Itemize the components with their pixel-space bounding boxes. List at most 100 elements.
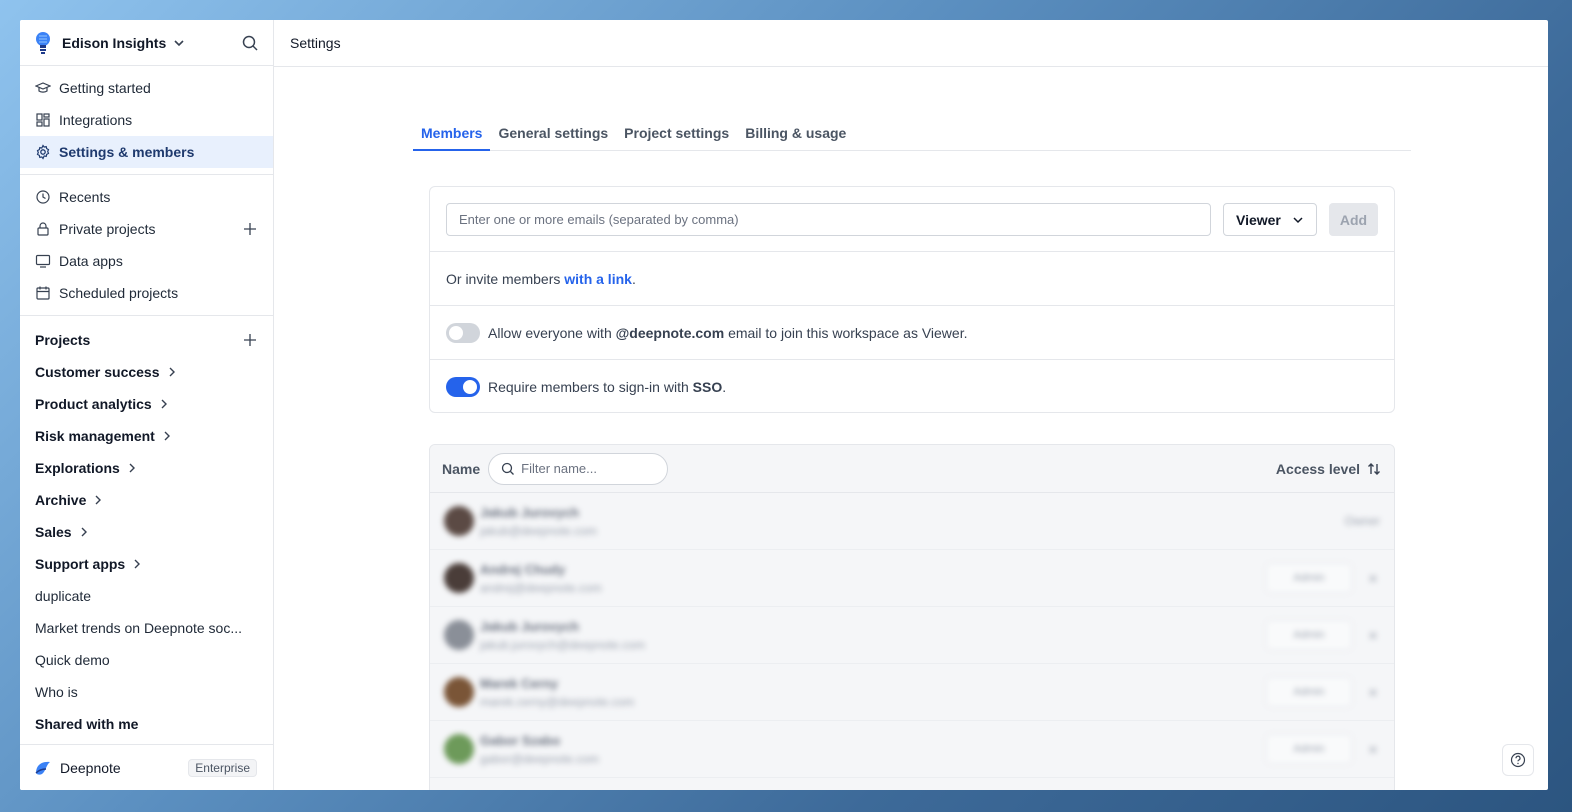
members-table-header: Name Access level [430, 445, 1394, 493]
clock-icon [36, 190, 50, 204]
nav-label: Integrations [59, 112, 133, 128]
member-email: andrej@deepnote.com [480, 580, 602, 595]
nav-settings-members[interactable]: Settings & members [20, 136, 273, 168]
nav-label: Recents [59, 189, 111, 205]
filter-name-field[interactable] [488, 452, 669, 485]
remove-member-icon[interactable]: ✕ [1368, 572, 1380, 586]
help-icon [1510, 752, 1526, 768]
chevron-down-icon[interactable] [172, 36, 186, 50]
member-email: gabor@deepnote.com [480, 751, 599, 766]
folder-label: Product analytics [35, 396, 152, 412]
toggle-knob [449, 325, 463, 340]
nav-label: Settings & members [59, 144, 195, 160]
member-name: Andrej Chudy [480, 561, 566, 577]
member-content: Jakub Jurovych jakub@deepnote.com Owner [444, 505, 1380, 538]
remove-member-icon[interactable]: ✕ [1368, 629, 1380, 643]
access-level-label: Access level [1275, 460, 1360, 477]
member-content: Andrej Chudy andrej@deepnote.com Admin ✕ [444, 562, 1380, 595]
table-row[interactable]: Jakub Jurovych jakub@deepnote.com Owner [430, 493, 1394, 550]
shared-with-me-header[interactable]: Shared with me [20, 708, 273, 740]
help-button[interactable] [1502, 744, 1534, 776]
table-row[interactable]: Jakub Jurovych jakub.jurovych@deepnote.c… [430, 607, 1394, 664]
nav-recents[interactable]: Recents [20, 181, 273, 213]
nav-scheduled-projects[interactable]: Scheduled projects [20, 277, 273, 309]
projects-header-label: Projects [35, 332, 91, 348]
table-row[interactable]: Gabor Szabo gabor@deepnote.com Admin ✕ [430, 721, 1394, 778]
search-icon [501, 462, 515, 475]
remove-member-icon[interactable]: ✕ [1368, 686, 1380, 700]
folder-item[interactable]: Product analytics [20, 388, 273, 420]
deepnote-logo-icon [35, 761, 50, 775]
add-private-project-icon[interactable] [243, 222, 257, 236]
chevron-right-icon [164, 431, 170, 441]
project-item[interactable]: Market trends on Deepnote soc... [20, 612, 273, 644]
avatar [444, 677, 474, 707]
avatar [444, 563, 474, 593]
nav-integrations[interactable]: Integrations [20, 104, 273, 136]
brand-name: Deepnote [60, 759, 121, 776]
nav-getting-started[interactable]: Getting started [20, 72, 273, 104]
add-button[interactable]: Add [1329, 203, 1378, 236]
role-select[interactable]: Viewer [1223, 203, 1317, 236]
members-table: Name Access level Jakub Jurovych jakub@d… [429, 444, 1395, 790]
member-info: Gabor Szabo gabor@deepnote.com [480, 733, 599, 766]
access-level-header[interactable]: Access level [1276, 461, 1382, 477]
invite-link-suffix: . [631, 270, 636, 287]
domain-join-toggle[interactable] [446, 322, 480, 343]
folder-item[interactable]: Support apps [20, 548, 273, 580]
member-role-select[interactable]: Admin [1266, 620, 1352, 650]
member-content: Jakub Jurovych jakub.jurovych@deepnote.c… [444, 619, 1380, 652]
member-role-select[interactable]: Admin [1266, 734, 1352, 764]
tab-project-settings[interactable]: Project settings [616, 118, 737, 151]
folder-item[interactable]: Risk management [20, 420, 273, 452]
member-role-select[interactable]: Admin [1266, 677, 1352, 707]
remove-member-icon[interactable]: ✕ [1368, 743, 1380, 757]
chevron-down-icon [1293, 216, 1303, 223]
folder-item[interactable]: Explorations [20, 452, 273, 484]
table-row[interactable]: Andrej Chudy andrej@deepnote.com Admin ✕ [430, 550, 1394, 607]
tab-general-settings[interactable]: General settings [490, 118, 616, 151]
nav-data-apps[interactable]: Data apps [20, 245, 273, 277]
member-content: Gabor Szabo gabor@deepnote.com Admin ✕ [444, 733, 1380, 766]
monitor-icon [35, 254, 51, 268]
project-item[interactable]: Quick demo [20, 644, 273, 676]
sort-icon[interactable] [1366, 461, 1382, 477]
domain-join-prefix: Allow everyone with [488, 324, 616, 341]
project-label: Market trends on Deepnote soc... [35, 620, 242, 636]
project-label: duplicate [35, 588, 92, 604]
nav-private-projects[interactable]: Private projects [20, 213, 273, 245]
settings-tabs: Members General settings Project setting… [413, 118, 1411, 151]
folder-label: Risk management [35, 428, 155, 444]
nav-label: Data apps [59, 253, 123, 269]
invite-link-prefix: Or invite members [446, 270, 565, 287]
sso-toggle[interactable] [446, 376, 480, 397]
add-project-icon[interactable] [243, 333, 257, 347]
project-item[interactable]: duplicate [20, 580, 273, 612]
nav-label: Private projects [59, 221, 156, 237]
page-title: Settings [290, 35, 341, 51]
invite-link[interactable]: with a link [564, 271, 632, 287]
member-email: jakub@deepnote.com [480, 523, 597, 538]
project-label: Who is [35, 684, 78, 700]
chevron-right-icon [129, 463, 135, 473]
table-row[interactable]: Marek Cerny marek.cerny@deepnote.com Adm… [430, 664, 1394, 721]
workspace-name[interactable]: Edison Insights [62, 35, 166, 51]
plan-badge: Enterprise [188, 758, 257, 777]
tab-billing-usage[interactable]: Billing & usage [737, 118, 854, 151]
tab-members[interactable]: Members [413, 118, 491, 151]
filter-name-input[interactable] [521, 461, 652, 476]
graduation-cap-icon [35, 82, 51, 93]
search-icon[interactable] [241, 34, 259, 52]
member-email: jakub.jurovych@deepnote.com [480, 637, 645, 652]
folder-item[interactable]: Customer success [20, 356, 273, 388]
lock-icon [37, 222, 49, 236]
folder-item[interactable]: Sales [20, 516, 273, 548]
member-info: Jakub Jurovych jakub@deepnote.com [480, 505, 597, 538]
email-input[interactable] [446, 203, 1211, 236]
nav-label: Getting started [59, 80, 151, 96]
domain-join-row: Allow everyone with @deepnote.com email … [430, 306, 1394, 360]
project-item[interactable]: Who is [20, 676, 273, 708]
folder-item[interactable]: Archive [20, 484, 273, 516]
member-role-select[interactable]: Admin [1266, 563, 1352, 593]
projects-header[interactable]: Projects [20, 324, 273, 356]
